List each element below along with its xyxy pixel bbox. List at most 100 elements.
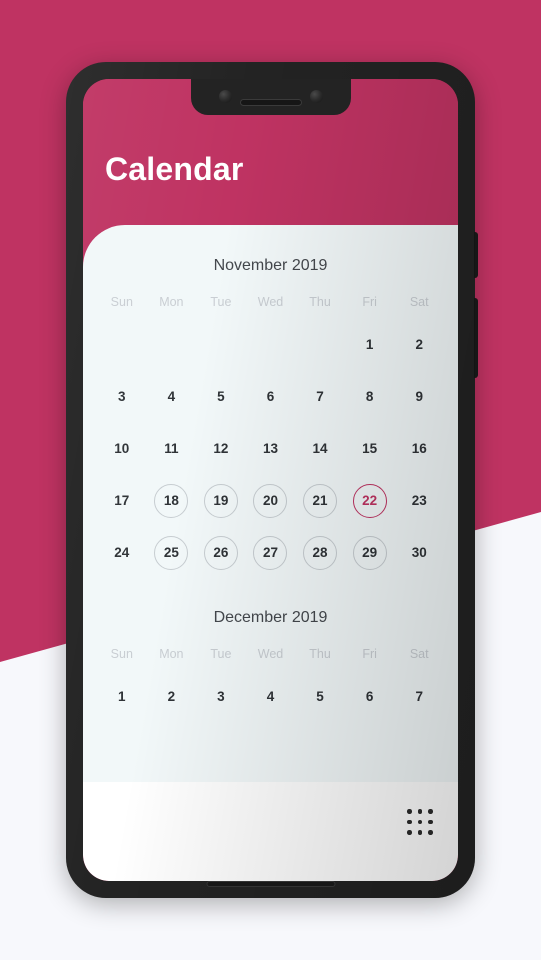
day-cell[interactable]: 6 [345,673,395,721]
day-cell[interactable]: 1 [97,673,147,721]
weekday-label-mon: Mon [159,647,184,661]
day-number: 18 [154,484,189,518]
day-cell[interactable]: 21 [295,477,345,525]
day-cell[interactable]: 2 [147,673,197,721]
weekday-label-fri: Fri [362,647,377,661]
day-cell[interactable]: 12 [196,425,246,473]
day-cell[interactable]: 27 [246,529,296,577]
day-number [303,328,337,362]
day-cell[interactable]: 15 [345,425,395,473]
weekday-label-mon: Mon [159,295,184,309]
day-cell[interactable]: 4 [246,673,296,721]
day-cell[interactable]: 5 [295,673,345,721]
day-number [154,328,188,362]
day-cell[interactable]: 1 [345,321,395,369]
day-number: 29 [352,536,387,570]
day-cell[interactable]: 25 [147,529,197,577]
apps-dot [428,809,433,814]
month-block: December 2019 Sun Mon Tue Wed Thu Fri Sat 1 2 3 4 5 6… [83,609,458,721]
phone-screen: Calendar November 2019 Sun Mon Tue Wed Thu Fri… [83,79,458,881]
day-number: 27 [253,536,288,570]
day-number: 11 [164,441,179,457]
weekday-label-tue: Tue [210,295,232,309]
apps-dot [417,819,423,825]
day-number: 16 [411,441,427,457]
month-title: December 2019 [213,609,328,626]
day-number: 15 [362,441,378,457]
day-number: 3 [118,389,126,405]
day-number-selected: 22 [352,484,387,518]
apps-dot [407,819,412,825]
day-cell[interactable]: 24 [97,529,147,577]
weekday-label-sat: Sat [409,295,429,309]
day-number: 6 [365,689,374,705]
day-number: 14 [312,441,328,457]
day-number: 4 [167,389,176,405]
bottom-speaker-grill-icon [206,881,335,887]
day-cell[interactable]: 19 [196,477,246,525]
day-cell[interactable]: 4 [147,373,197,421]
weekday-header-row: Sun Mon Tue Wed Thu Fri Sat [97,647,444,669]
week-row: 24 25 26 27 28 29 30 [97,529,444,577]
camera-lens-left-icon [218,90,232,103]
day-number: 30 [411,545,427,561]
apps-dot [417,809,423,814]
day-cell[interactable]: 29 [345,529,395,577]
weekday-label-wed: Wed [257,295,284,309]
day-cell[interactable]: 20 [246,477,296,525]
day-cell[interactable]: 3 [196,673,246,721]
weekday-label-thu: Thu [309,647,331,661]
day-cell[interactable]: 23 [394,477,444,525]
weekday-header-row: Sun Mon Tue Wed Thu Fri Sat [97,295,444,317]
day-cell[interactable]: 10 [97,425,147,473]
weekday-label-wed: Wed [257,647,284,661]
apps-grid-icon[interactable] [406,808,434,836]
power-button[interactable] [474,232,478,278]
day-cell [147,321,197,369]
day-number: 7 [316,389,324,405]
day-number: 7 [415,689,423,705]
day-cell[interactable]: 28 [295,529,345,577]
day-cell[interactable]: 22 [345,477,395,525]
day-cell[interactable]: 13 [246,425,296,473]
bottom-navigation-bar [83,782,458,881]
weekday-label-fri: Fri [362,295,377,309]
day-cell[interactable]: 7 [295,373,345,421]
day-cell[interactable]: 18 [147,477,197,525]
day-number: 5 [217,389,225,405]
day-cell[interactable]: 30 [394,529,444,577]
week-row: 17 18 19 20 21 22 23 [97,477,444,525]
earpiece-speaker-icon [239,99,302,106]
day-number: 23 [411,493,427,509]
day-cell[interactable]: 17 [97,477,147,525]
day-cell[interactable]: 11 [147,425,197,473]
day-cell[interactable]: 3 [97,373,147,421]
week-row: 3 4 5 6 7 8 9 [97,373,444,421]
day-number: 21 [303,484,338,518]
week-row: 10 11 12 13 14 15 16 [97,425,444,473]
volume-rocker-button[interactable] [474,298,478,378]
day-cell[interactable]: 2 [394,321,444,369]
day-number: 2 [167,689,176,705]
day-cell[interactable]: 6 [246,373,296,421]
week-row: 1 2 3 4 5 6 7 [97,673,444,721]
day-cell[interactable]: 7 [394,673,444,721]
day-number: 8 [365,389,374,405]
day-number: 12 [213,441,229,457]
day-cell[interactable]: 8 [345,373,395,421]
page-title: Calendar [105,151,244,187]
day-cell [97,321,147,369]
day-cell[interactable]: 5 [196,373,246,421]
day-cell[interactable]: 26 [196,529,246,577]
day-number: 19 [203,484,238,518]
weekday-label-sun: Sun [110,295,133,309]
month-title: November 2019 [213,257,328,274]
day-number: 4 [266,689,275,705]
day-number: 2 [415,337,423,353]
scene: Calendar November 2019 Sun Mon Tue Wed Thu Fri… [0,0,541,960]
day-cell[interactable]: 16 [394,425,444,473]
day-cell [246,321,296,369]
day-cell[interactable]: 9 [394,373,444,421]
day-cell[interactable]: 14 [295,425,345,473]
day-number: 1 [118,689,126,705]
